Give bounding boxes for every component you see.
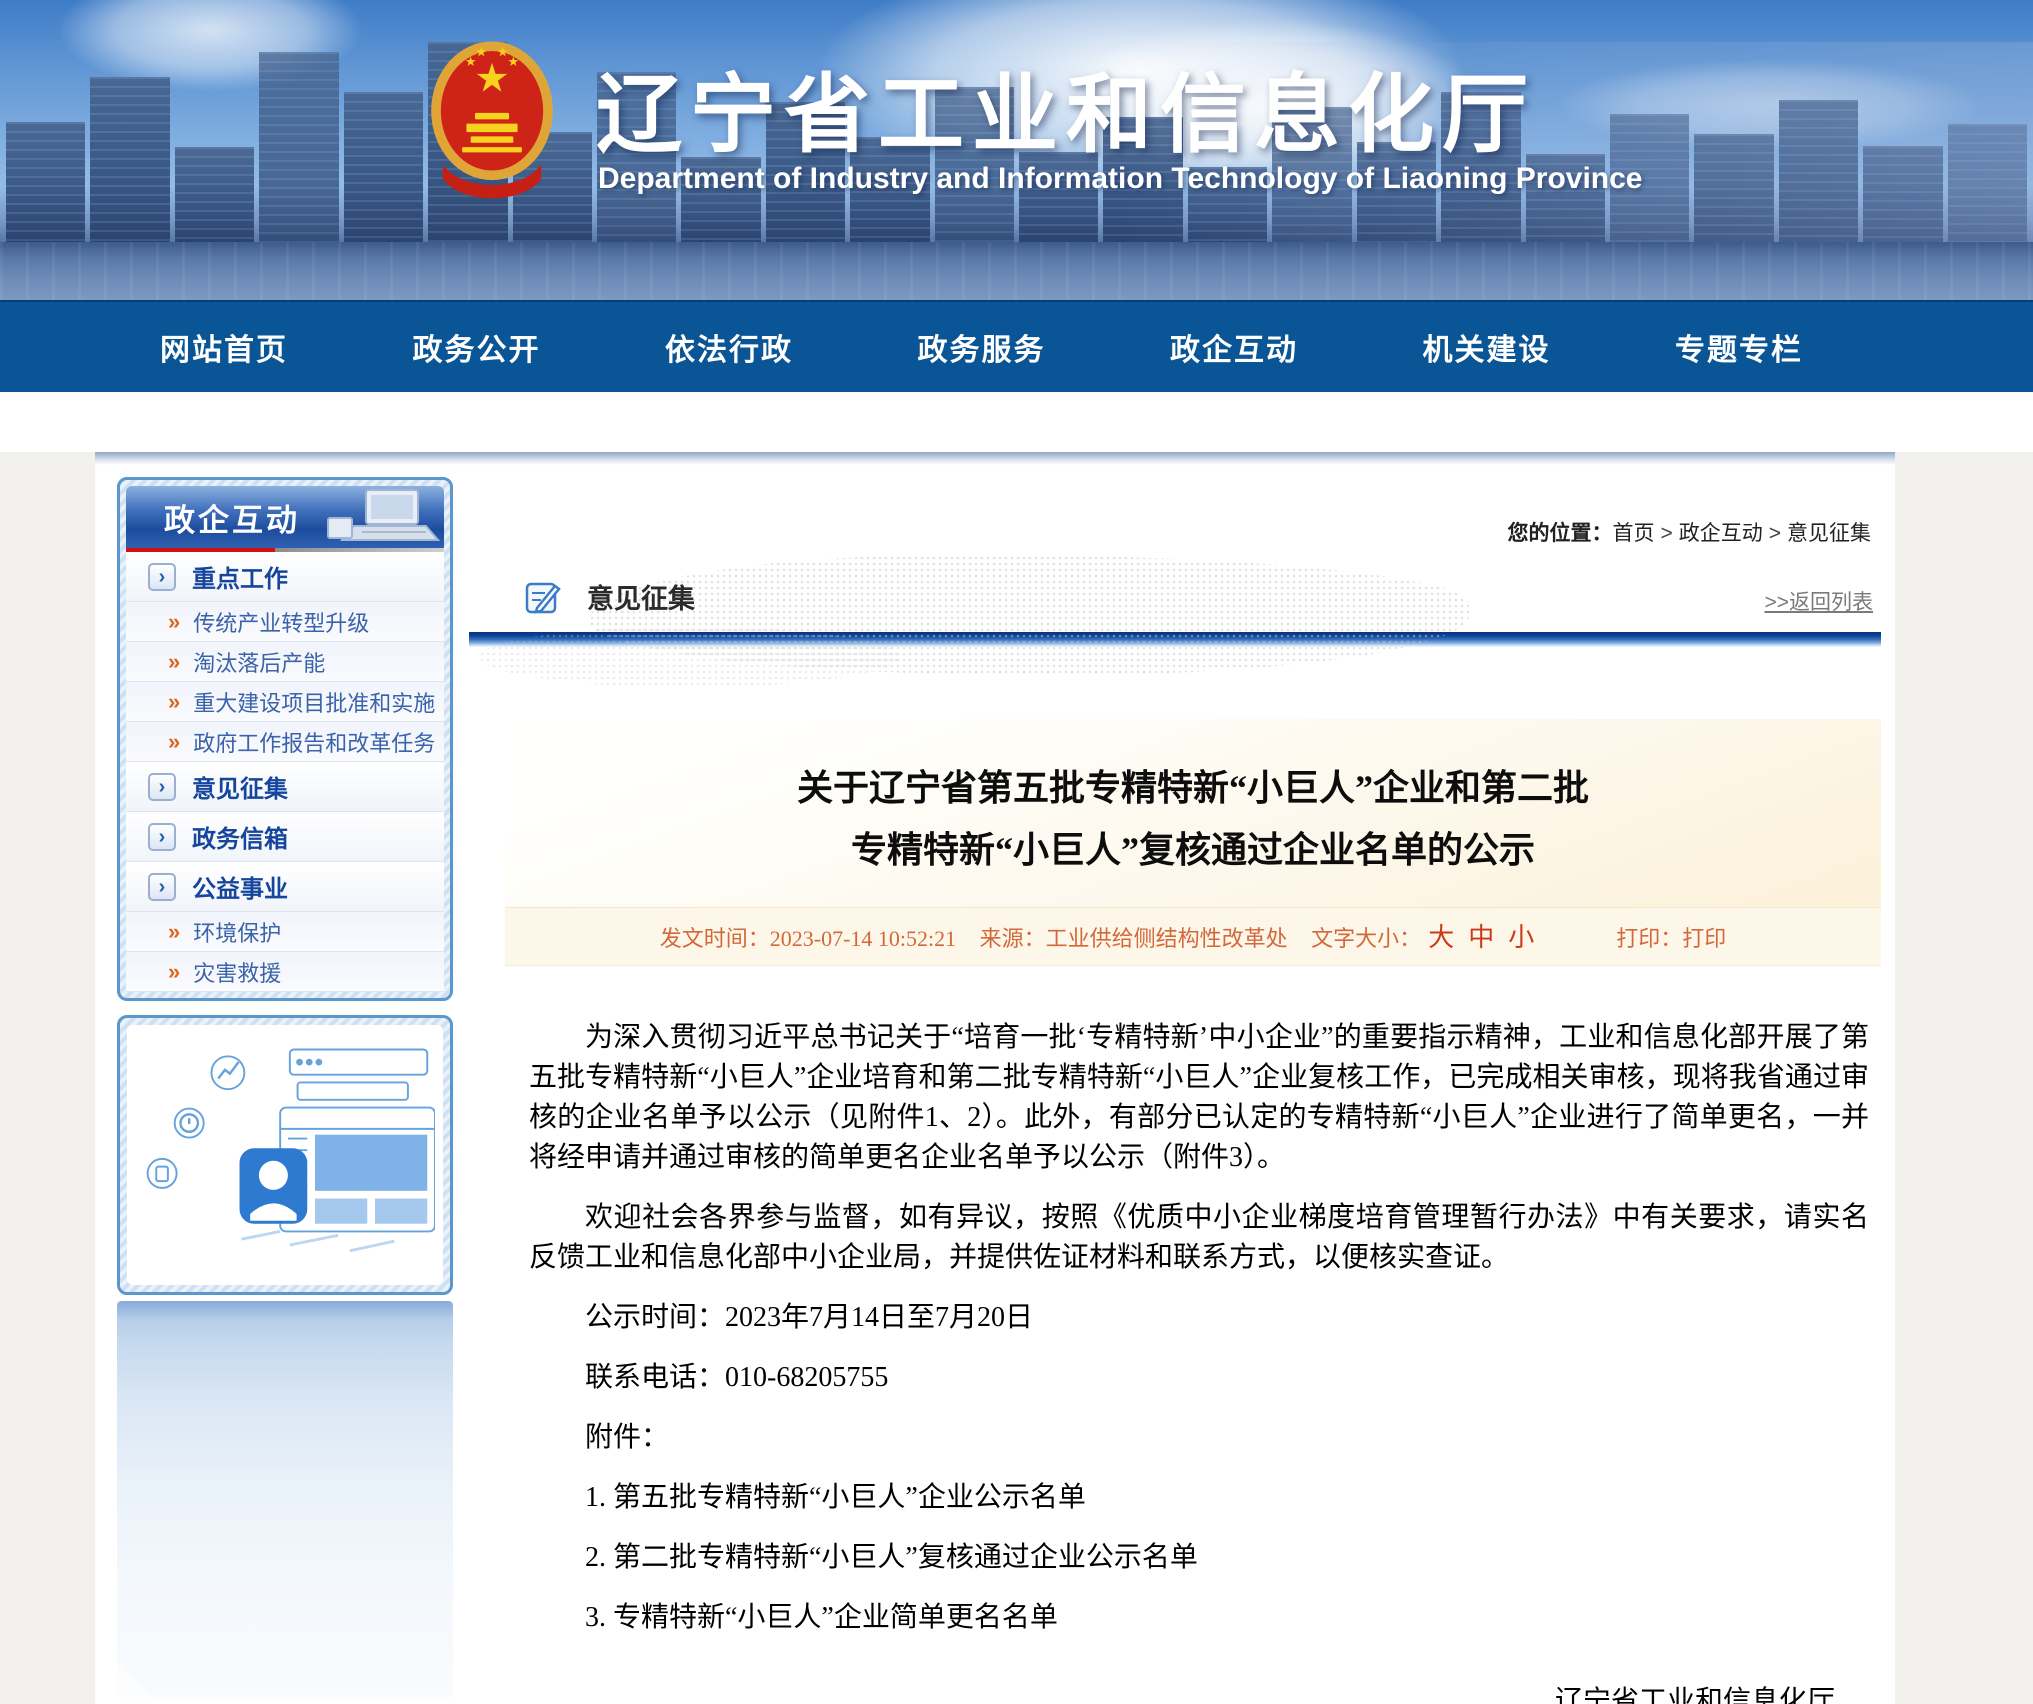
sidebar-menu-label: 公益事业 <box>192 869 288 904</box>
section-tab: 意见征集 <box>525 577 695 616</box>
service-illustration <box>135 1030 435 1280</box>
print-control: 打印：打印 <box>1616 926 1726 951</box>
national-emblem-icon <box>428 34 556 210</box>
sidebar-decor-panel <box>117 1301 453 1697</box>
article-title-line2: 专精特新“小巨人”复核通过企业名单的公示 <box>551 819 1835 881</box>
site-title: 辽宁省工业和信息化厅 <box>596 44 1536 169</box>
sidebar-menu-item[interactable]: » 环境保护 <box>126 912 444 952</box>
article: 关于辽宁省第五批专精特新“小巨人”企业和第二批 专精特新“小巨人”复核通过企业名… <box>469 719 1883 1704</box>
spacer <box>0 392 2033 452</box>
nav-item[interactable]: 网站首页 <box>160 325 288 369</box>
bullet-icon: » <box>168 961 180 983</box>
breadcrumb: 您的位置：首页 > 政企互动 > 意见征集 <box>469 477 1883 547</box>
article-paragraph: 联系电话：010-68205755 <box>529 1358 1869 1398</box>
article-source: 来源：工业供给侧结构性改革处 <box>980 926 1288 951</box>
fontsize-small-button[interactable]: 小 <box>1508 923 1534 952</box>
breadcrumb-prefix: 您的位置： <box>1507 522 1612 545</box>
sidebar-menu-label: 灾害救援 <box>193 956 281 988</box>
breadcrumb-link[interactable]: 首页 <box>1612 522 1654 545</box>
print-link[interactable]: 打印 <box>1682 926 1726 951</box>
fontsize-control: 文字大小：大中小 <box>1311 926 1541 951</box>
page-body: 政企互动 <box>0 452 2033 1704</box>
nav-item[interactable]: 政务公开 <box>413 325 541 369</box>
section-header: 意见征集 >>返回列表 <box>469 547 1883 632</box>
content-wrapper: 政企互动 <box>95 452 1895 1704</box>
bullet-icon: » <box>168 921 180 943</box>
nav-item[interactable]: 机关建设 <box>1423 325 1551 369</box>
nav-item[interactable]: 依法行政 <box>665 325 793 369</box>
article-body: 为深入贯彻习近平总书记关于“培育一批‘专精特新’中小企业”的重要指示精神，工业和… <box>505 1018 1881 1638</box>
article-paragraph: 2. 第二批专精特新“小巨人”复核通过企业公示名单 <box>529 1538 1869 1578</box>
article-paragraph: 欢迎社会各界参与监督，如有异议，按照《优质中小企业梯度培育管理暂行办法》中有关要… <box>529 1198 1869 1278</box>
sidebar-menu-item[interactable]: › 重点工作 <box>126 552 444 602</box>
sidebar-menu-item[interactable]: » 淘汰落后产能 <box>126 642 444 682</box>
article-title-block: 关于辽宁省第五批专精特新“小巨人”企业和第二批 专精特新“小巨人”复核通过企业名… <box>505 719 1881 907</box>
article-meta-bar: 发文时间：2023-07-14 10:52:21 来源：工业供给侧结构性改革处 … <box>505 907 1881 966</box>
sidebar-menu-item[interactable]: » 政府工作报告和改革任务 <box>126 722 444 762</box>
divider-bar <box>469 632 1881 647</box>
sidebar-header: 政企互动 <box>126 486 444 548</box>
sidebar-menu-label: 淘汰落后产能 <box>193 646 325 678</box>
site-banner: 辽宁省工业和信息化厅 Department of Industry and In… <box>0 0 2033 300</box>
sidebar-menu-label: 重大建设项目批准和实施 <box>193 686 435 718</box>
sidebar: 政企互动 <box>117 477 453 1704</box>
sidebar-menu-item[interactable]: » 重大建设项目批准和实施 <box>126 682 444 722</box>
site-subtitle: Department of Industry and Information T… <box>598 162 1643 196</box>
back-to-list-link[interactable]: >>返回列表 <box>1764 586 1873 616</box>
water-reflection <box>0 242 2033 300</box>
bullet-icon: » <box>168 611 180 633</box>
sidebar-menu-label: 政府工作报告和改革任务 <box>193 726 435 758</box>
sidebar-menu-label: 意见征集 <box>192 769 288 804</box>
publish-time: 发文时间：2023-07-14 10:52:21 <box>660 926 956 951</box>
breadcrumb-link[interactable]: 政企互动 <box>1679 522 1763 545</box>
bullet-icon: › <box>148 773 176 801</box>
sidebar-menu-label: 传统产业转型升级 <box>193 606 369 638</box>
page: 辽宁省工业和信息化厅 Department of Industry and In… <box>0 0 2033 1704</box>
article-paragraph: 附件： <box>529 1418 1869 1458</box>
article-title-line1: 关于辽宁省第五批专精特新“小巨人”企业和第二批 <box>551 757 1835 819</box>
bullet-icon: » <box>168 651 180 673</box>
sidebar-menu-item[interactable]: › 政务信箱 <box>126 812 444 862</box>
sidebar-menu-item[interactable]: › 意见征集 <box>126 762 444 812</box>
sidebar-menu: › 重点工作 » 传统产业转型升级 » <box>126 552 444 992</box>
decor-top-bar <box>117 1301 453 1319</box>
sidebar-illustration-panel <box>117 1015 453 1295</box>
bullet-icon: » <box>168 691 180 713</box>
article-paragraph: 为深入贯彻习近平总书记关于“培育一批‘专精特新’中小企业”的重要指示精神，工业和… <box>529 1018 1869 1178</box>
main-content: 您的位置：首页>政企互动>意见征集 意见征集 >>返回 <box>469 477 1883 1704</box>
sidebar-menu-label: 环境保护 <box>193 916 281 948</box>
article-paragraph: 1. 第五批专精特新“小巨人”企业公示名单 <box>529 1478 1869 1518</box>
article-paragraph: 3. 专精特新“小巨人”企业简单更名名单 <box>529 1598 1869 1638</box>
main-nav: 网站首页 政务公开 依法行政 政务服务 政企互动 机关建设 专题专栏 <box>0 300 2033 392</box>
sidebar-menu-item[interactable]: » 灾害救援 <box>126 952 444 992</box>
edit-pencil-icon <box>525 580 561 614</box>
bullet-icon: › <box>148 823 176 851</box>
sidebar-menu-panel: 政企互动 <box>117 477 453 1001</box>
sidebar-menu-item[interactable]: » 传统产业转型升级 <box>126 602 444 642</box>
top-gradient-strip <box>95 452 1895 465</box>
bullet-icon: › <box>148 873 176 901</box>
header-underline <box>126 548 444 552</box>
nav-item[interactable]: 政务服务 <box>918 325 1046 369</box>
article-signature: 辽宁省工业和信息化厅 <box>505 1682 1881 1704</box>
section-tab-label: 意见征集 <box>587 577 695 616</box>
fontsize-medium-button[interactable]: 中 <box>1468 923 1494 952</box>
breadcrumb-separator: > <box>1769 522 1781 545</box>
breadcrumb-separator: > <box>1660 522 1672 545</box>
sidebar-menu-item[interactable]: › 公益事业 <box>126 862 444 912</box>
sidebar-menu-label: 重点工作 <box>192 559 288 594</box>
computer-icon <box>322 488 442 546</box>
breadcrumb-link[interactable]: 意见征集 <box>1787 522 1871 545</box>
nav-item[interactable]: 政企互动 <box>1170 325 1298 369</box>
nav-item[interactable]: 专题专栏 <box>1675 325 1803 369</box>
sidebar-header-title: 政企互动 <box>164 495 300 540</box>
bullet-icon: » <box>168 731 180 753</box>
fontsize-large-button[interactable]: 大 <box>1428 923 1454 952</box>
article-paragraph: 公示时间：2023年7月14日至7月20日 <box>529 1298 1869 1338</box>
sidebar-menu-label: 政务信箱 <box>192 819 288 854</box>
bullet-icon: › <box>148 563 176 591</box>
